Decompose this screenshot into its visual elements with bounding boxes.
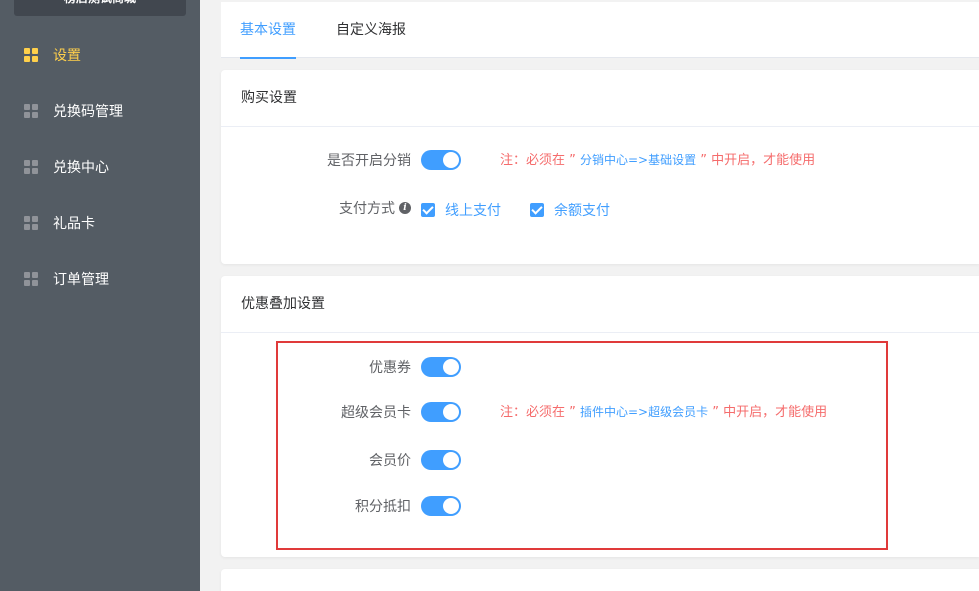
sidebar-item-label: 订单管理 [53, 272, 109, 288]
checkbox-checked-icon [421, 203, 435, 217]
distribution-switch[interactable] [421, 150, 461, 170]
tab-custom-poster[interactable]: 自定义海报 [336, 2, 406, 58]
card-title: 购买设置 [221, 70, 979, 127]
field-label: 支付方式 [339, 201, 395, 217]
checkbox-checked-icon [530, 203, 544, 217]
grid-icon [24, 160, 38, 174]
highlight-box [276, 341, 888, 550]
sidebar-item-settings[interactable]: 设置 [0, 35, 200, 75]
sidebar-item-label: 兑换中心 [53, 160, 109, 176]
sidebar-item-gift-card[interactable]: 礼品卡 [0, 203, 200, 243]
sidebar-item-redeem-code-management[interactable]: 兑换码管理 [0, 91, 200, 131]
grid-icon [24, 104, 38, 118]
purchase-settings-card: 购买设置 是否开启分销 注：必须在 ” 分销中心=>基础设置 ” 中开启，才能使… [221, 70, 979, 264]
tab-bar: 基本设置 自定义海报 [221, 2, 979, 59]
sidebar: 榜店测试商城 设置 兑换码管理 兑换中心 礼品卡 订单管理 [0, 0, 200, 591]
payment-method-row: 支付方式 i 线上支付 余额支付 [221, 196, 979, 220]
grid-icon [24, 272, 38, 286]
note-link: 分销中心=>基础设置 [580, 153, 697, 167]
shop-name: 榜店测试商城 [14, 0, 186, 16]
sidebar-item-label: 设置 [53, 48, 81, 64]
next-card [221, 569, 979, 591]
balance-payment-checkbox[interactable]: 余额支付 [530, 200, 610, 220]
distribution-note: 注：必须在 ” 分销中心=>基础设置 ” 中开启，才能使用 [500, 153, 816, 168]
card-title: 优惠叠加设置 [221, 276, 979, 333]
grid-icon [24, 216, 38, 230]
sidebar-item-label: 兑换码管理 [53, 104, 123, 120]
tab-basic-settings[interactable]: 基本设置 [240, 2, 296, 59]
distribution-row: 是否开启分销 注：必须在 ” 分销中心=>基础设置 ” 中开启，才能使用 [221, 148, 815, 172]
field-label: 是否开启分销 [327, 153, 411, 169]
grid-icon [24, 48, 38, 62]
sidebar-item-label: 礼品卡 [53, 216, 95, 232]
online-payment-checkbox[interactable]: 线上支付 [421, 200, 501, 220]
sidebar-item-redeem-center[interactable]: 兑换中心 [0, 147, 200, 187]
info-icon[interactable]: i [399, 202, 411, 214]
sidebar-item-order-management[interactable]: 订单管理 [0, 259, 200, 299]
